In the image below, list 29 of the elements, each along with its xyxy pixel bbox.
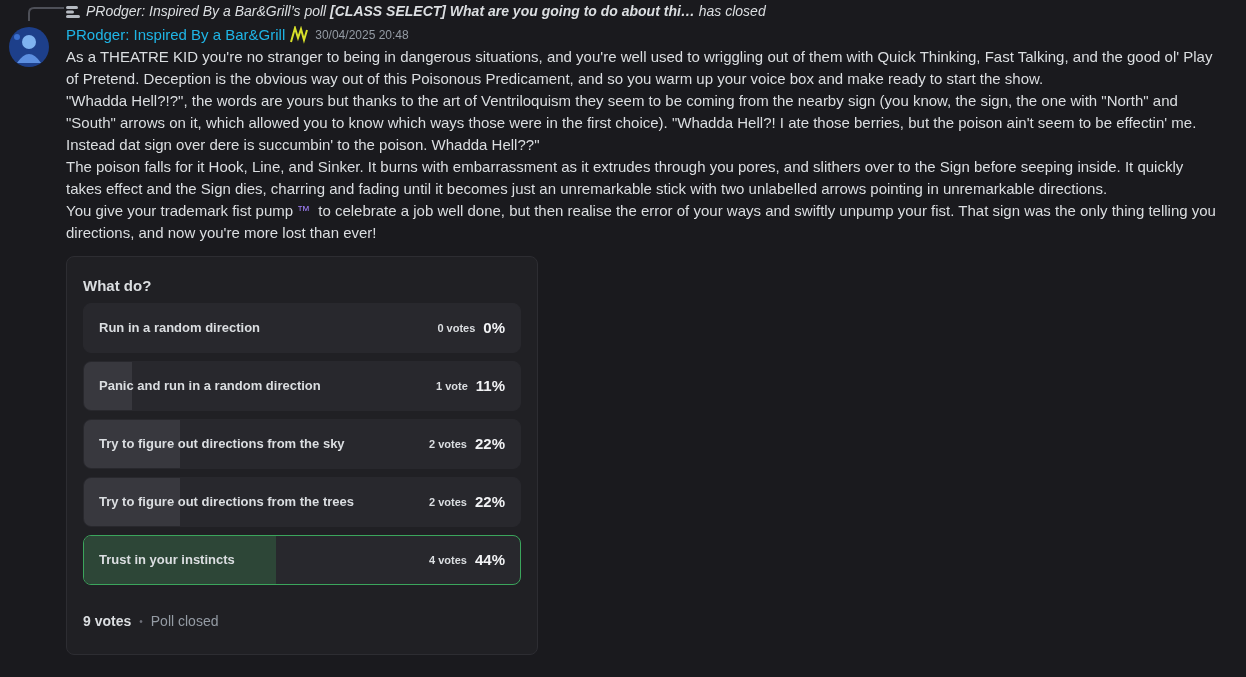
vote-count: 2 votes	[429, 436, 467, 452]
role-badge-icon	[289, 26, 310, 44]
message-paragraph: The poison falls for it Hook, Line, and Sinker. It burns with embarrassment as it extrudes through you pores, and slithers over to the Sign before seeping inside. It quickly takes effect and the Sign dies, charring and fading until it becomes just an unremarkable stick with two unlabelled arrows pointing in unremarkable directions.	[66, 157, 1185, 199]
answer-label: Trust in your instincts	[99, 551, 236, 570]
message-paragraph: As a THEATRE KID you're no stranger to being in dangerous situations, and you're well used to wriggling out of them with Quick Thinking, Fast Talking, and the good ol' Play of Pretend. Deception is the obvious way out of this Poisonous Predicament, and so you warm up your voice box and make ready to start the show.	[66, 47, 1214, 89]
answer-label: Run in a random direction	[99, 319, 262, 338]
answer-label: Try to figure out directions from the sky	[99, 435, 346, 454]
poll-question: What do?	[83, 276, 153, 296]
vote-count: 1 vote	[436, 378, 468, 394]
username[interactable]: PRodger: Inspired By a Bar&Grill	[66, 23, 286, 47]
separator-dot: •	[139, 615, 143, 629]
user-avatar	[9, 27, 49, 67]
reply-preview[interactable]: PRodger: Inspired By a Bar&Grill’s poll [CLASS SELECT] What are you going to do about thi… has closed	[86, 1, 766, 22]
message-paragraph: You give your trademark fist pump ™ to celebrate a job well done, but then realise the error of your ways and swiftly unpump your fist. That sign was the only thing telling you directions, and now you're more lost than ever!	[66, 201, 1217, 243]
vote-count: 9 votes	[83, 612, 132, 631]
vote-count: 2 votes	[429, 494, 467, 510]
message-paragraph: "Whadda Hell?!?", the words are yours but thanks to the art of Ventriloquism they seem to be coming from the nearby sign (you know, the sign, the one with "North" and "South" arrows on it, which allowed you to know which ways those were in the first choice). "Whadda Hell?! I ate those berries, but the poison ain't seem to be effectin' me. Instead dat sign over dere is succumbin' to the poison. Whadda Hell??"	[66, 91, 1198, 155]
timestamp: 30/04/2025 20:48	[315, 27, 409, 44]
vote-percent: 44%	[474, 549, 505, 570]
answer-label: Panic and run in a random direction	[99, 377, 322, 396]
vote-count: 4 votes	[429, 552, 467, 568]
vote-percent: 22%	[474, 491, 505, 512]
vote-percent: 0%	[483, 317, 505, 338]
poll-status: Poll closed	[150, 612, 219, 631]
vote-count: 0 votes	[437, 320, 476, 336]
poll-icon	[66, 5, 80, 18]
vote-percent: 11%	[475, 375, 505, 396]
vote-percent: 22%	[474, 433, 505, 454]
answer-label: Try to figure out directions from the trees	[99, 493, 355, 512]
